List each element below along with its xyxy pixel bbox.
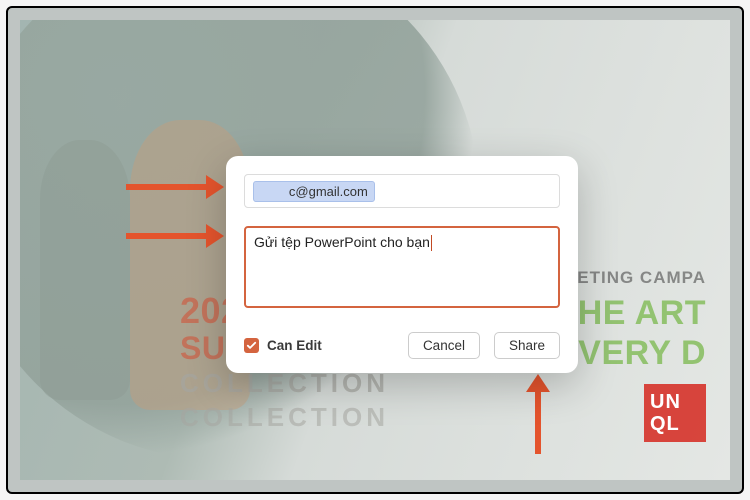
bg-summer-text: SU [180, 330, 225, 367]
email-chip[interactable]: c@gmail.com [253, 181, 375, 202]
message-textarea[interactable]: Gửi tệp PowerPoint cho bạn [244, 226, 560, 308]
recipient-email-field[interactable]: c@gmail.com [244, 174, 560, 208]
cancel-button[interactable]: Cancel [408, 332, 480, 359]
share-dialog: c@gmail.com Gửi tệp PowerPoint cho bạn C… [226, 156, 578, 373]
background-figure [40, 140, 130, 400]
share-button[interactable]: Share [494, 332, 560, 359]
bg-art-text: THE ART [556, 294, 706, 333]
dialog-footer: Can Edit Cancel Share [244, 332, 560, 359]
bg-collection-text: COLLECTION [180, 402, 389, 433]
screenshot-frame: 202 SU COLLECTION COLLECTION MARKETING C… [6, 6, 744, 494]
brand-logo: UN QL [644, 384, 706, 442]
check-icon [246, 340, 257, 351]
can-edit-label: Can Edit [267, 338, 322, 353]
message-value: Gửi tệp PowerPoint cho bạn [254, 234, 430, 250]
can-edit-checkbox[interactable] [244, 338, 259, 353]
text-cursor [431, 235, 432, 251]
logo-text-line2: QL [650, 413, 700, 435]
logo-text-line1: UN [650, 391, 700, 413]
